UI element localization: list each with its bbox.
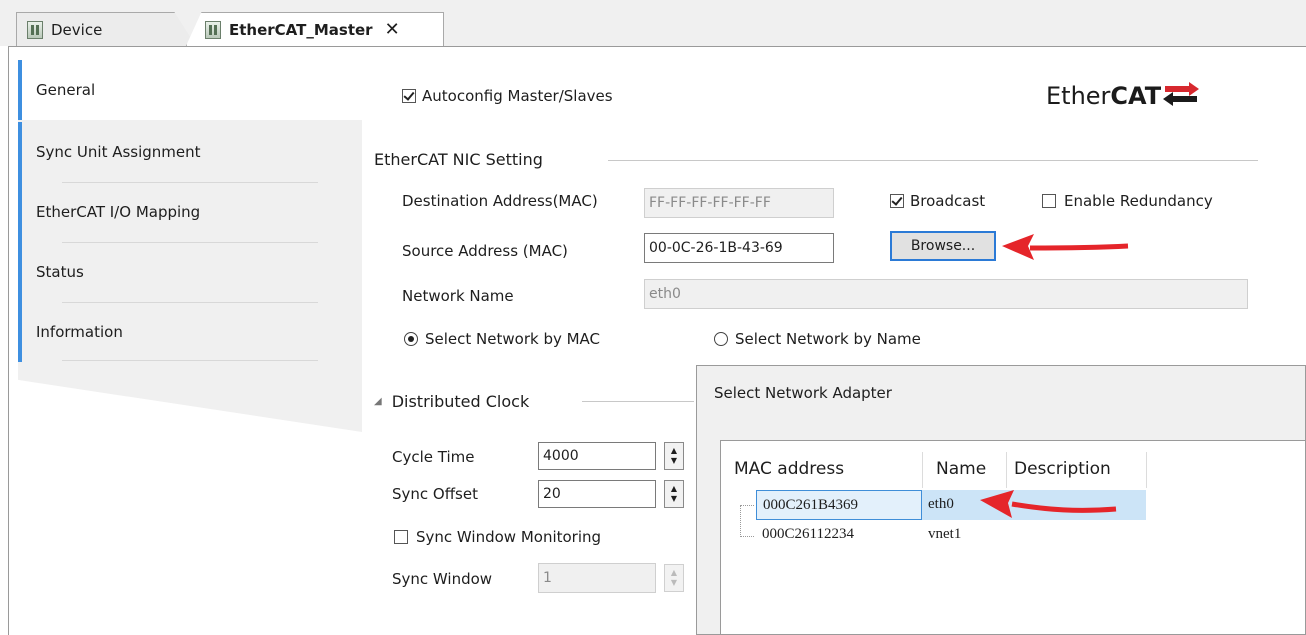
select-by-mac-label: Select Network by MAC [425, 330, 601, 348]
tree-line [740, 536, 754, 538]
sync-window-field[interactable]: 1 [538, 563, 656, 593]
down-arrow-icon[interactable]: ▼ [671, 578, 677, 588]
tree-line [740, 505, 754, 507]
checkbox-icon[interactable] [1042, 194, 1056, 208]
collapse-triangle-icon[interactable]: ◢ [374, 396, 382, 407]
dest-address-label: Destination Address(MAC) [402, 192, 598, 210]
column-divider [1006, 452, 1007, 488]
checkbox-icon[interactable] [402, 89, 416, 103]
source-address-label: Source Address (MAC) [402, 242, 568, 260]
logo-suffix: CAT [1110, 82, 1162, 110]
dest-address-field[interactable]: FF-FF-FF-FF-FF-FF [644, 188, 834, 218]
dc-section-title: Distributed Clock [391, 392, 530, 411]
sidebar-item-ethercat-io-mapping[interactable]: EtherCAT I/O Mapping [18, 182, 362, 242]
divider [582, 401, 694, 402]
annotation-arrow-icon [980, 490, 1117, 518]
cycle-time-field[interactable]: 4000 [538, 442, 656, 470]
down-arrow-icon[interactable]: ▼ [671, 494, 677, 504]
cycle-time-label: Cycle Time [392, 448, 475, 466]
tree-line [740, 505, 742, 537]
up-arrow-icon[interactable]: ▲ [671, 568, 677, 578]
select-by-mac-radio[interactable]: Select Network by MAC [404, 330, 600, 348]
selection-bar [18, 182, 22, 242]
nic-section-title: EtherCAT NIC Setting [374, 150, 543, 169]
autoconfig-checkbox[interactable]: Autoconfig Master/Slaves [402, 87, 613, 105]
device-icon [27, 20, 43, 39]
tab-device[interactable]: Device [16, 12, 196, 46]
sync-window-monitoring-checkbox[interactable]: Sync Window Monitoring [394, 528, 601, 546]
sidebar-item-label: Status [36, 263, 84, 281]
tab-device-label: Device [51, 20, 103, 39]
broadcast-checkbox[interactable]: Broadcast [890, 192, 985, 210]
table-cell-mac[interactable]: 000C261B4369 [756, 490, 922, 520]
tab-ethercat-master[interactable]: EtherCAT_Master ✕ [186, 12, 444, 46]
sidebar-item-label: Information [36, 323, 123, 341]
broadcast-label: Broadcast [910, 192, 986, 210]
autoconfig-label: Autoconfig Master/Slaves [422, 87, 613, 105]
logo-prefix: Ether [1046, 82, 1111, 110]
sync-offset-label: Sync Offset [392, 485, 478, 503]
select-by-name-radio[interactable]: Select Network by Name [714, 330, 921, 348]
redundancy-label: Enable Redundancy [1064, 192, 1213, 210]
table-cell-mac[interactable]: 000C26112234 [762, 526, 854, 543]
select-by-name-label: Select Network by Name [735, 330, 921, 348]
logo-arrows-icon [1163, 82, 1200, 106]
cycle-time-stepper[interactable]: ▲ ▼ [664, 442, 684, 470]
sidebar-item-status[interactable]: Status [18, 242, 362, 302]
tab-ethercat-master-label: EtherCAT_Master [229, 20, 373, 39]
selection-bar [18, 60, 22, 120]
column-header-mac[interactable]: MAC address [734, 450, 844, 488]
checkbox-icon[interactable] [890, 194, 904, 208]
sync-offset-field[interactable]: 20 [538, 480, 656, 508]
sidebar-item-general[interactable]: General [18, 60, 362, 120]
sync-window-stepper[interactable]: ▲ ▼ [664, 564, 684, 592]
network-name-label: Network Name [402, 287, 514, 305]
ethercat-logo: Ether CAT [1046, 80, 1201, 110]
column-divider [1146, 452, 1147, 488]
column-divider [922, 452, 923, 488]
device-icon [205, 20, 221, 39]
up-arrow-icon[interactable]: ▲ [671, 484, 677, 494]
column-header-description[interactable]: Description [1014, 450, 1111, 488]
sidebar-item-information[interactable]: Information [18, 302, 362, 362]
sync-window-label: Sync Window [392, 570, 493, 588]
selection-bar [18, 242, 22, 302]
table-cell-name[interactable]: eth0 [928, 496, 954, 513]
divider [608, 160, 1258, 161]
sidebar-item-label: General [36, 81, 96, 99]
table-cell-name[interactable]: vnet1 [928, 526, 961, 543]
radio-icon[interactable] [404, 332, 418, 346]
divider [62, 360, 318, 361]
sync-offset-stepper[interactable]: ▲ ▼ [664, 480, 684, 508]
source-address-field[interactable]: 00-0C-26-1B-43-69 [644, 233, 834, 263]
dc-section-header[interactable]: ◢ Distributed Clock [374, 392, 529, 411]
sidebar-item-label: EtherCAT I/O Mapping [36, 203, 201, 221]
close-icon[interactable]: ✕ [385, 19, 400, 40]
down-arrow-icon[interactable]: ▼ [671, 456, 677, 466]
sidebar-item-sync-unit-assignment[interactable]: Sync Unit Assignment [18, 122, 362, 182]
checkbox-icon[interactable] [394, 530, 408, 544]
browse-button[interactable]: Browse... [890, 231, 996, 261]
radio-icon[interactable] [714, 332, 728, 346]
dialog-title: Select Network Adapter [714, 384, 892, 402]
redundancy-checkbox[interactable]: Enable Redundancy [1042, 192, 1213, 210]
sync-window-monitoring-label: Sync Window Monitoring [416, 528, 602, 546]
annotation-arrow-icon [1002, 234, 1129, 260]
column-header-name[interactable]: Name [936, 450, 986, 488]
sidebar-item-label: Sync Unit Assignment [36, 143, 201, 161]
selection-bar [18, 122, 22, 182]
selection-bar [18, 302, 22, 362]
up-arrow-icon[interactable]: ▲ [671, 446, 677, 456]
network-name-field[interactable]: eth0 [644, 279, 1248, 309]
